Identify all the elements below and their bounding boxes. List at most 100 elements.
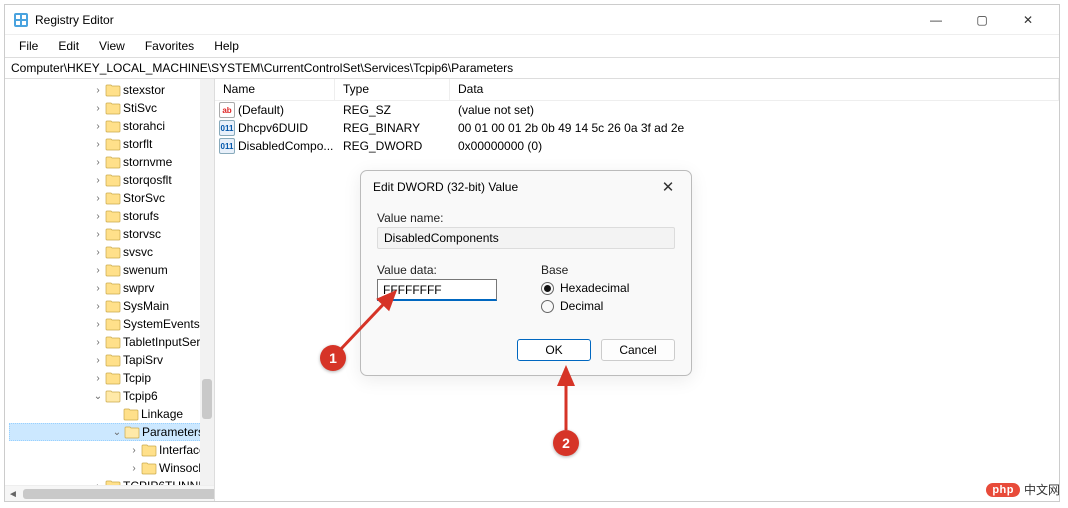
folder-icon	[105, 335, 121, 349]
chevron-right-icon[interactable]: ›	[91, 373, 105, 384]
cancel-button[interactable]: Cancel	[601, 339, 675, 361]
menu-file[interactable]: File	[11, 37, 46, 55]
folder-icon	[105, 389, 121, 403]
chevron-right-icon[interactable]: ›	[91, 157, 105, 168]
radio-icon	[541, 300, 554, 313]
value-row[interactable]: ab(Default)REG_SZ(value not set)	[215, 101, 1059, 119]
folder-icon	[105, 299, 121, 313]
chevron-right-icon[interactable]: ›	[127, 463, 141, 474]
scroll-left-icon[interactable]: ◄	[5, 486, 21, 501]
value-name-label: Value name:	[377, 211, 675, 225]
tree-item-tabletinputser[interactable]: ›TabletInputSer	[9, 333, 214, 351]
chevron-right-icon[interactable]: ›	[91, 301, 105, 312]
tree-item-label: storahci	[123, 119, 165, 133]
tree-item-tcpip6[interactable]: ⌄Tcpip6	[9, 387, 214, 405]
tree-item-sysmain[interactable]: › SysMain	[9, 297, 214, 315]
chevron-down-icon[interactable]: ⌄	[110, 427, 124, 438]
tree-item-swenum[interactable]: › swenum	[9, 261, 214, 279]
annotation-badge-1: 1	[320, 345, 346, 371]
value-name: DisabledCompo...	[238, 139, 333, 153]
radio-decimal[interactable]: Decimal	[541, 299, 675, 313]
folder-icon	[124, 425, 140, 439]
ok-button[interactable]: OK	[517, 339, 591, 361]
chevron-right-icon[interactable]: ›	[91, 265, 105, 276]
header-name[interactable]: Name	[215, 79, 335, 100]
folder-icon	[105, 83, 121, 97]
value-type: REG_DWORD	[335, 139, 450, 153]
tree-item-parameters[interactable]: ⌄Parameters	[9, 423, 214, 441]
tree-item-systemeventsb[interactable]: ›SystemEventsB	[9, 315, 214, 333]
folder-icon	[141, 461, 157, 475]
tree-item-stornvme[interactable]: ›stornvme	[9, 153, 214, 171]
radio-hexadecimal[interactable]: Hexadecimal	[541, 281, 675, 295]
tree-item-tcpip[interactable]: › Tcpip	[9, 369, 214, 387]
chevron-right-icon[interactable]: ›	[91, 211, 105, 222]
chevron-right-icon[interactable]: ›	[91, 337, 105, 348]
chevron-right-icon[interactable]: ›	[91, 139, 105, 150]
tree-item-linkage[interactable]: Linkage	[9, 405, 214, 423]
chevron-right-icon[interactable]: ›	[91, 121, 105, 132]
tree-item-label: storvsc	[123, 227, 161, 241]
value-row[interactable]: 011DisabledCompo...REG_DWORD0x00000000 (…	[215, 137, 1059, 155]
chevron-right-icon[interactable]: ›	[91, 319, 105, 330]
tree-item-tapisrv[interactable]: › TapiSrv	[9, 351, 214, 369]
chevron-right-icon[interactable]: ›	[91, 247, 105, 258]
scrollbar-thumb[interactable]	[23, 489, 215, 499]
folder-icon	[105, 155, 121, 169]
chevron-right-icon[interactable]: ›	[91, 85, 105, 96]
watermark-text: 中文网	[1024, 481, 1060, 498]
chevron-right-icon[interactable]: ›	[91, 355, 105, 366]
maximize-button[interactable]: ▢	[959, 5, 1005, 35]
tree-item-winsock[interactable]: › Winsock	[9, 459, 214, 477]
value-name: (Default)	[238, 103, 284, 117]
tree-item-stexstor[interactable]: ›stexstor	[9, 81, 214, 99]
chevron-right-icon[interactable]: ›	[91, 175, 105, 186]
tree-item-svsvc[interactable]: ›svsvc	[9, 243, 214, 261]
tree-item-interface[interactable]: ›Interface	[9, 441, 214, 459]
header-data[interactable]: Data	[450, 79, 1059, 100]
menu-favorites[interactable]: Favorites	[137, 37, 202, 55]
tree-item-swprv[interactable]: ›swprv	[9, 279, 214, 297]
tree-item-label: swenum	[123, 263, 168, 277]
menu-help[interactable]: Help	[206, 37, 247, 55]
tree-item-storufs[interactable]: ›storufs	[9, 207, 214, 225]
close-button[interactable]: ✕	[1005, 5, 1051, 35]
tree-item-storqosflt[interactable]: ›storqosflt	[9, 171, 214, 189]
tree-item-label: Winsock	[159, 461, 204, 475]
tree-item-storahci[interactable]: › storahci	[9, 117, 214, 135]
watermark-pill: php	[986, 483, 1020, 497]
dialog-close-icon[interactable]: ✕	[657, 178, 679, 196]
tree-item-storsvc[interactable]: ›StorSvc	[9, 189, 214, 207]
chevron-right-icon[interactable]: ›	[91, 283, 105, 294]
folder-icon	[105, 101, 121, 115]
menu-view[interactable]: View	[91, 37, 133, 55]
tree-vertical-scrollbar[interactable]	[200, 79, 214, 501]
value-data-input[interactable]	[377, 279, 497, 301]
tree-item-label: Tcpip	[123, 371, 151, 385]
tree-item-label: storflt	[123, 137, 152, 151]
tree-item-label: TapiSrv	[123, 353, 163, 367]
edit-dword-dialog: Edit DWORD (32-bit) Value ✕ Value name: …	[360, 170, 692, 376]
chevron-right-icon[interactable]: ›	[91, 103, 105, 114]
tree-item-label: SysMain	[123, 299, 169, 313]
folder-icon	[123, 407, 139, 421]
chevron-right-icon[interactable]: ›	[91, 193, 105, 204]
address-bar[interactable]: Computer\HKEY_LOCAL_MACHINE\SYSTEM\Curre…	[5, 57, 1059, 79]
chevron-right-icon[interactable]: ›	[91, 229, 105, 240]
value-data-label: Value data:	[377, 263, 511, 277]
tree-item-storvsc[interactable]: › storvsc	[9, 225, 214, 243]
minimize-button[interactable]: —	[913, 5, 959, 35]
tree-item-storflt[interactable]: › storflt	[9, 135, 214, 153]
annotation-badge-2: 2	[553, 430, 579, 456]
value-row[interactable]: 011Dhcpv6DUIDREG_BINARY00 01 00 01 2b 0b…	[215, 119, 1059, 137]
chevron-right-icon[interactable]: ›	[127, 445, 141, 456]
header-type[interactable]: Type	[335, 79, 450, 100]
tree-pane[interactable]: ›stexstor›StiSvc›storahci›storflt›stornv…	[5, 79, 215, 501]
folder-icon	[141, 443, 157, 457]
menu-edit[interactable]: Edit	[50, 37, 87, 55]
scrollbar-thumb[interactable]	[202, 379, 212, 419]
tree-item-stisvc[interactable]: ›StiSvc	[9, 99, 214, 117]
dialog-buttons: OK Cancel	[361, 335, 691, 375]
chevron-down-icon[interactable]: ⌄	[91, 391, 105, 402]
tree-horizontal-scrollbar[interactable]: ◄ ►	[5, 485, 214, 501]
